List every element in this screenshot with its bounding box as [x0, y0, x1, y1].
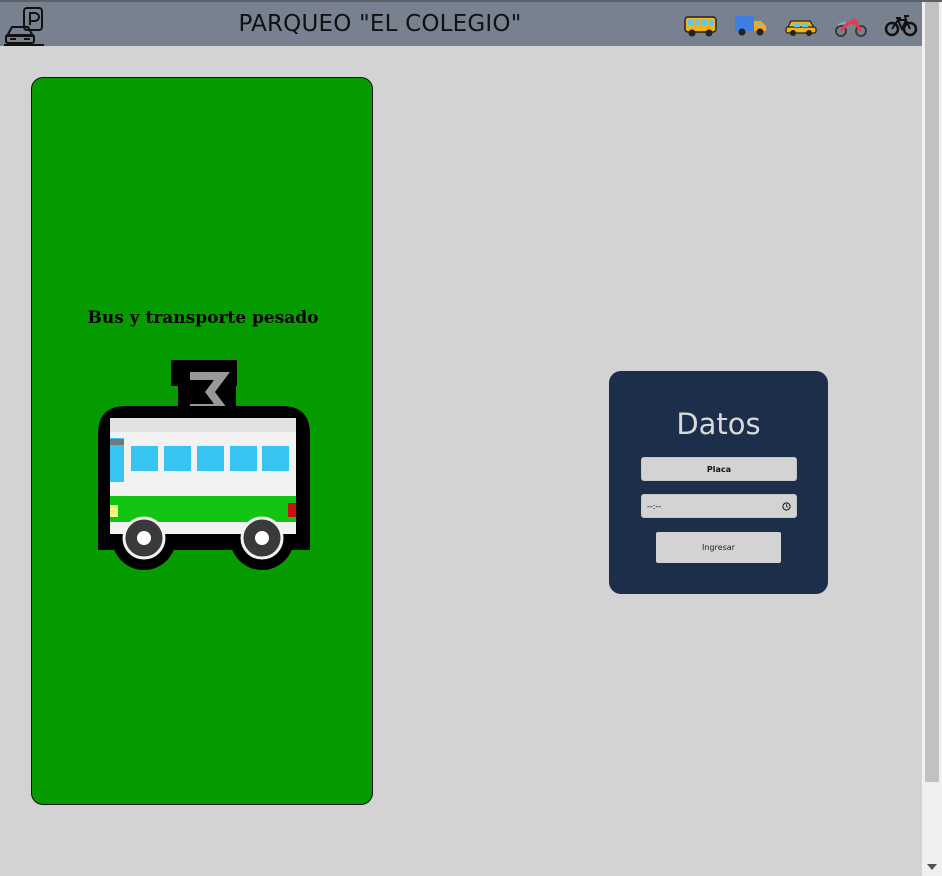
ingresar-button[interactable]: Ingresar [656, 532, 781, 563]
data-form-panel: Datos --:-- Ingresar [609, 371, 828, 594]
vehicle-card-bus[interactable]: Bus y transporte pesado [31, 77, 373, 805]
vehicle-card-label: Bus y transporte pesado [87, 308, 319, 328]
bicycle-icon[interactable] [884, 12, 918, 38]
car-icon[interactable] [784, 12, 818, 38]
scrollbar-thumb[interactable] [925, 2, 939, 782]
time-input[interactable]: --:-- [641, 494, 797, 518]
page-title: PARQUEO "EL COLEGIO" [238, 11, 522, 37]
bus-icon[interactable] [684, 12, 718, 38]
motorcycle-icon[interactable] [834, 12, 868, 38]
trolleybus-icon [98, 360, 310, 570]
clock-icon[interactable] [782, 501, 791, 511]
form-title: Datos [676, 407, 761, 441]
scroll-down-arrow-icon[interactable] [927, 864, 937, 870]
time-input-value: --:-- [647, 501, 662, 511]
placa-input[interactable] [641, 457, 797, 481]
page-scrollbar[interactable] [922, 2, 942, 876]
truck-icon[interactable] [734, 12, 768, 38]
header-bar: PARQUEO "EL COLEGIO" [0, 2, 922, 46]
